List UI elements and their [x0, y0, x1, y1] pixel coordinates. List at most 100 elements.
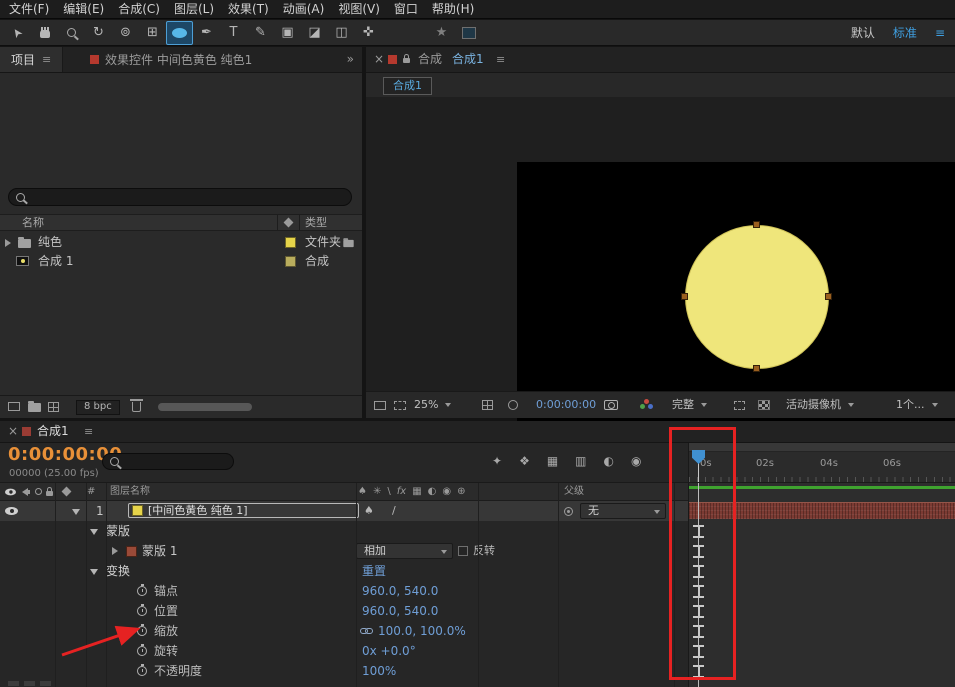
property-label[interactable]: 位置 — [154, 601, 178, 621]
timeline-search-input[interactable] — [102, 453, 234, 470]
tab-overflow-icon[interactable]: » — [347, 47, 354, 72]
menu-composition[interactable]: 合成(C) — [111, 0, 167, 19]
tab-composition-label[interactable]: 合成 — [418, 47, 442, 72]
frame-blend-icon[interactable]: ▥ — [575, 454, 586, 468]
column-divider[interactable] — [299, 215, 300, 230]
tab-effect-controls[interactable]: 效果控件 中间色黄色 纯色1 — [80, 47, 262, 72]
ellipse-tool[interactable] — [166, 21, 193, 45]
layer-shy-toggle[interactable]: ♠ — [364, 501, 374, 521]
menu-animation[interactable]: 动画(A) — [276, 0, 332, 19]
always-preview-icon[interactable] — [374, 401, 386, 410]
mask-vertex-bottom[interactable] — [753, 365, 760, 372]
comp-mini-flowchart-icon[interactable]: ✦ — [492, 454, 502, 468]
mask-mode-dropdown[interactable]: 相加 — [356, 543, 453, 559]
expand-arrow-icon[interactable] — [5, 239, 11, 247]
menu-view[interactable]: 视图(V) — [331, 0, 387, 19]
grid-guides-icon[interactable] — [482, 400, 493, 410]
view-layout-dropdown[interactable]: 1个... — [896, 392, 938, 418]
new-folder-icon[interactable] — [28, 403, 41, 412]
stopwatch-icon[interactable] — [137, 666, 147, 676]
column-type[interactable]: 类型 — [305, 215, 327, 230]
composition-subtab[interactable]: 合成1 — [383, 77, 432, 95]
roto-brush-tool[interactable]: ◫ — [328, 21, 355, 45]
menu-effect[interactable]: 效果(T) — [221, 0, 276, 19]
mask-invert-checkbox[interactable] — [458, 546, 468, 556]
project-item-comp1[interactable]: 合成 1 合成 — [0, 252, 362, 271]
selection-tool[interactable]: ➤ — [4, 21, 31, 45]
pan-behind-tool[interactable]: ⊞ — [139, 21, 166, 45]
column-divider[interactable] — [277, 215, 278, 230]
layer-expand-icon[interactable] — [72, 509, 80, 515]
horizontal-scrollbar[interactable] — [158, 403, 252, 411]
mask-color-chip[interactable] — [126, 546, 137, 557]
property-label[interactable]: 锚点 — [154, 581, 178, 601]
mask-vertex-left[interactable] — [681, 293, 688, 300]
unified-camera-tool[interactable]: ⊚ — [112, 21, 139, 45]
tab-project[interactable]: 项目 ≡ — [0, 47, 63, 72]
stopwatch-icon[interactable] — [137, 606, 147, 616]
pen-tool[interactable]: ✒ — [193, 21, 220, 45]
motion-blur-icon[interactable]: ◐ — [604, 454, 614, 468]
panel-menu-icon[interactable]: ≡ — [84, 421, 93, 442]
channels-icon[interactable] — [640, 399, 654, 411]
region-of-interest-icon[interactable] — [734, 401, 745, 410]
main-viewer-icon[interactable] — [394, 401, 406, 410]
menu-window[interactable]: 窗口 — [387, 0, 425, 19]
constrain-proportions-icon[interactable] — [360, 628, 374, 635]
transform-group-row[interactable]: 变换 重置 — [0, 561, 688, 581]
zoom-tool[interactable] — [58, 21, 85, 45]
property-value[interactable]: 960.0, 540.0 — [362, 581, 438, 601]
menu-layer[interactable]: 图层(L) — [167, 0, 221, 19]
tab-timeline-comp1[interactable]: 合成1 — [37, 421, 69, 442]
project-bit-depth[interactable]: 8 bpc — [76, 400, 120, 415]
mask-vertex-top[interactable] — [753, 221, 760, 228]
rotate-tool[interactable]: ↻ — [85, 21, 112, 45]
quality-icon[interactable]: \ — [387, 483, 390, 500]
work-area-bar[interactable] — [689, 443, 955, 452]
layer-name[interactable]: [中间色黄色 纯色 1] — [148, 505, 248, 517]
group-expand-icon[interactable] — [90, 529, 98, 535]
workspace-star-icon[interactable]: ★ — [428, 21, 455, 45]
eraser-tool[interactable]: ◪ — [301, 21, 328, 45]
clone-stamp-tool[interactable]: ▣ — [274, 21, 301, 45]
label-color-chip[interactable] — [285, 237, 296, 248]
property-value[interactable]: 100.0, 100.0% — [378, 621, 466, 641]
snapshot-icon[interactable] — [604, 400, 618, 410]
time-ruler[interactable]: 0s 02s 04s 06s — [688, 443, 955, 483]
motion-blur-column-icon[interactable]: ◐ — [428, 483, 437, 500]
property-value[interactable]: 100% — [362, 661, 396, 681]
layer-row[interactable]: 1 [中间色黄色 纯色 1] ♠ / 无 — [0, 501, 688, 521]
timeline-track-area[interactable] — [688, 483, 955, 687]
property-value[interactable]: 960.0, 540.0 — [362, 601, 438, 621]
mask-name[interactable]: 蒙版 1 — [142, 541, 177, 561]
timeline-bottom-toggle[interactable] — [24, 681, 35, 686]
frame-blend-column-icon[interactable]: ▦ — [412, 483, 421, 500]
active-camera-dropdown[interactable]: 活动摄像机 — [786, 392, 854, 418]
menu-help[interactable]: 帮助(H) — [425, 0, 481, 19]
masks-group-row[interactable]: 蒙版 — [0, 521, 688, 541]
panel-menu-icon[interactable]: ≡ — [42, 53, 51, 66]
tab-composition-name[interactable]: 合成1 — [452, 47, 484, 72]
composition-viewer[interactable] — [366, 97, 955, 392]
column-parent[interactable]: 父级 — [564, 483, 584, 500]
column-layer-name[interactable]: 图层名称 — [110, 483, 150, 500]
column-name[interactable]: 名称 — [22, 215, 44, 230]
project-item-solids-folder[interactable]: 纯色 文件夹 — [0, 233, 362, 252]
menu-file[interactable]: 文件(F) — [2, 0, 56, 19]
yellow-ellipse-layer[interactable] — [685, 225, 829, 369]
eye-icon[interactable] — [5, 507, 18, 515]
layer-duration-bar[interactable] — [689, 502, 955, 519]
trash-icon[interactable] — [132, 402, 141, 412]
timeline-bottom-toggle[interactable] — [40, 681, 51, 686]
property-label[interactable]: 旋转 — [154, 641, 178, 661]
transform-reset-link[interactable]: 重置 — [362, 561, 386, 581]
shy-icon[interactable]: ♠ — [358, 483, 367, 500]
layer-name-box[interactable]: [中间色黄色 纯色 1] — [128, 503, 359, 518]
graph-editor-icon[interactable]: ◉ — [631, 454, 641, 468]
interpret-footage-icon[interactable] — [8, 402, 20, 411]
mask-vertex-right[interactable] — [825, 293, 832, 300]
type-tool[interactable]: T — [220, 21, 247, 45]
workspace-standard[interactable]: 标准 — [893, 24, 917, 41]
close-icon[interactable]: × — [8, 421, 18, 442]
workspace-menu-icon[interactable]: ≡ — [935, 26, 945, 40]
